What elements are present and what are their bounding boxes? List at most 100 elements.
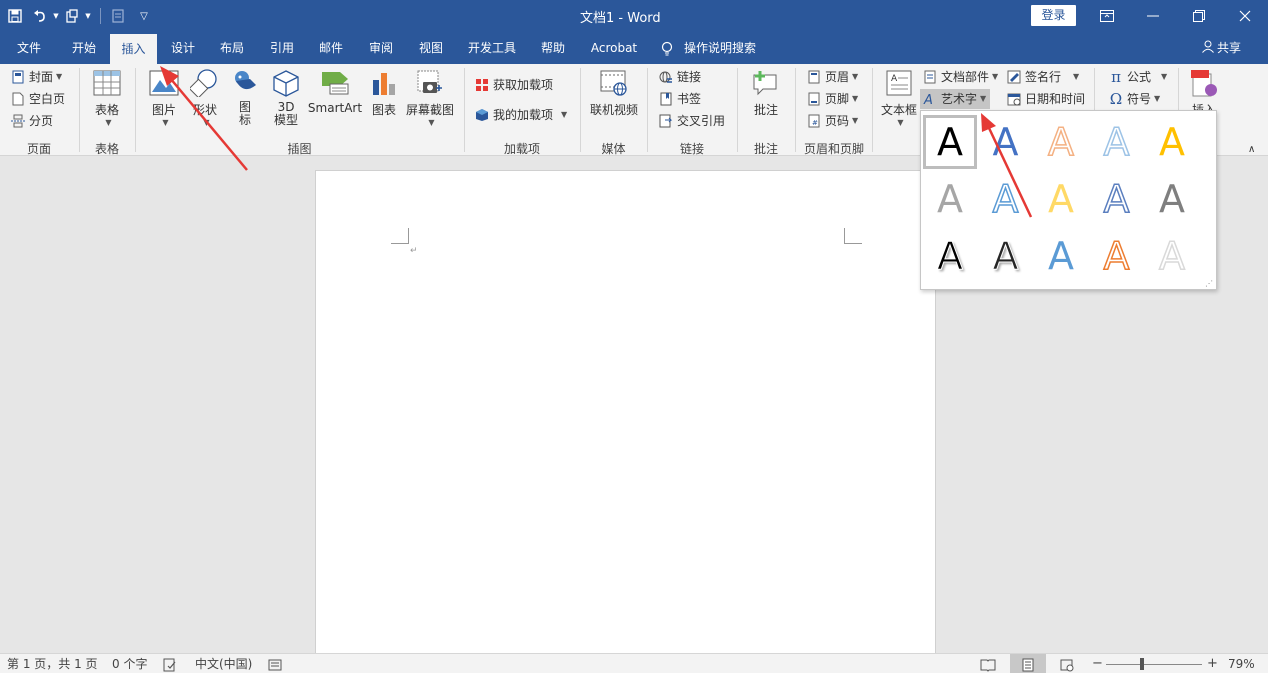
page-break-button[interactable]: 分页: [10, 111, 53, 131]
pi-icon: π: [1111, 68, 1121, 86]
my-addins-button[interactable]: 我的加载项 ▼: [474, 105, 567, 125]
accessibility-icon[interactable]: [268, 654, 282, 673]
header-button[interactable]: 页眉 ▼: [806, 67, 858, 87]
chart-button[interactable]: 图表: [368, 68, 400, 118]
minimize-icon[interactable]: [1130, 0, 1176, 32]
lightbulb-icon[interactable]: [660, 32, 674, 64]
wordart-style-r2-c4[interactable]: A: [1090, 172, 1144, 226]
wordart-style-r1-c4[interactable]: A: [1090, 115, 1144, 169]
symbol-button[interactable]: Ω 符号 ▼: [1108, 89, 1160, 109]
zoom-level[interactable]: 79%: [1228, 654, 1255, 673]
resize-grip-icon[interactable]: ⋰: [1205, 279, 1213, 288]
tab-developer[interactable]: 开发工具: [460, 32, 524, 64]
wordart-style-r3-c1[interactable]: A: [923, 229, 977, 283]
shapes-label: 形状: [192, 103, 217, 117]
3d-models-button[interactable]: 3D 模型: [268, 68, 304, 127]
save-icon[interactable]: [0, 0, 30, 32]
table-icon: [92, 68, 122, 98]
symbol-dropdown-icon: ▼: [1154, 94, 1161, 103]
wordart-style-r3-c5[interactable]: A: [1145, 229, 1199, 283]
word-count[interactable]: 0 个字: [112, 654, 147, 673]
tab-insert[interactable]: 插入: [110, 34, 157, 64]
undo-dropdown-icon[interactable]: ▼: [50, 0, 62, 32]
touch-mode-icon[interactable]: [62, 0, 82, 32]
touch-dropdown-icon[interactable]: ▼: [82, 0, 94, 32]
smartart-button[interactable]: SmartArt: [306, 68, 364, 115]
wordart-style-r3-c2[interactable]: A: [979, 229, 1033, 283]
wordart-style-r1-c1[interactable]: A: [923, 115, 977, 169]
read-mode-icon[interactable]: [980, 654, 996, 673]
page-count[interactable]: 第 1 页，共 1 页: [7, 654, 98, 673]
datetime-label: 日期和时间: [1025, 92, 1086, 106]
tell-me-search[interactable]: 操作说明搜索: [684, 32, 768, 64]
tab-layout[interactable]: 布局: [210, 32, 254, 64]
language-status[interactable]: 中文(中国): [195, 654, 252, 673]
login-button[interactable]: 登录: [1031, 5, 1076, 26]
tab-mailings[interactable]: 邮件: [308, 32, 354, 64]
quick-parts-icon: [922, 69, 938, 85]
restore-icon[interactable]: [1176, 0, 1222, 32]
symbol-label: 符号: [1127, 92, 1152, 106]
datetime-button[interactable]: 日期和时间: [1006, 89, 1085, 109]
zoom-in-icon[interactable]: +: [1207, 654, 1218, 673]
share-button[interactable]: 共享: [1201, 32, 1241, 64]
table-button[interactable]: 表格 ▼: [86, 68, 128, 127]
zoom-out-icon[interactable]: −: [1092, 654, 1103, 673]
tab-home[interactable]: 开始: [60, 32, 108, 64]
share-label: 共享: [1217, 41, 1242, 55]
shapes-button[interactable]: 形状 ▼: [186, 68, 224, 127]
footer-button[interactable]: 页脚 ▼: [806, 89, 858, 109]
comment-button[interactable]: 批注: [746, 68, 786, 118]
undo-icon[interactable]: [30, 0, 50, 32]
wordart-dropdown-icon: ▼: [980, 94, 987, 103]
tab-review[interactable]: 审阅: [358, 32, 404, 64]
tab-references[interactable]: 引用: [260, 32, 304, 64]
tab-file[interactable]: 文件: [5, 32, 53, 64]
wordart-style-r2-c3[interactable]: A: [1034, 172, 1088, 226]
cross-reference-button[interactable]: 交叉引用: [658, 111, 725, 131]
online-video-button[interactable]: 联机视频: [586, 68, 642, 118]
wordart-button[interactable]: A 艺术字 ▼: [920, 89, 991, 109]
wordart-style-r1-c3[interactable]: A: [1034, 115, 1088, 169]
equation-button[interactable]: π 公式 ▼: [1108, 67, 1167, 87]
comment-label: 批注: [753, 103, 778, 117]
cover-page-label: 封面: [29, 70, 54, 84]
paragraph-mark[interactable]: ↵: [410, 246, 418, 256]
document-page[interactable]: ↵: [315, 170, 936, 653]
page-break-icon: [10, 113, 26, 129]
zoom-slider[interactable]: [1106, 664, 1202, 665]
wordart-style-r3-c4[interactable]: A: [1090, 229, 1144, 283]
print-layout-icon[interactable]: [1010, 654, 1046, 673]
bookmark-button[interactable]: 书签: [658, 89, 701, 109]
wordart-style-r2-c1[interactable]: A: [923, 172, 977, 226]
screenshot-button[interactable]: 屏幕截图 ▼: [404, 68, 456, 127]
quick-parts-button[interactable]: 文档部件 ▼: [922, 67, 998, 87]
wordart-style-r3-c3[interactable]: A: [1034, 229, 1088, 283]
signature-line-button[interactable]: 签名行 ▼: [1006, 67, 1079, 87]
proofing-icon[interactable]: [163, 654, 177, 673]
tab-design[interactable]: 设计: [160, 32, 206, 64]
wordart-style-r2-c2[interactable]: A: [979, 172, 1033, 226]
wordart-label: 艺术字: [941, 92, 978, 106]
page-number-button[interactable]: # 页码 ▼: [806, 111, 858, 131]
tab-acrobat[interactable]: Acrobat: [582, 32, 646, 64]
link-button[interactable]: 链接: [658, 67, 701, 87]
close-icon[interactable]: [1222, 0, 1268, 32]
tab-view[interactable]: 视图: [408, 32, 454, 64]
web-layout-icon[interactable]: [1060, 654, 1074, 673]
zoom-slider-thumb[interactable]: [1139, 658, 1144, 670]
blank-page-button[interactable]: 空白页: [10, 89, 65, 109]
get-addins-label: 获取加载项: [493, 78, 554, 92]
textbox-button[interactable]: A 文本框 ▼: [878, 68, 920, 127]
cover-page-button[interactable]: 封面 ▼: [10, 67, 62, 87]
customize-qat-icon[interactable]: ▽: [129, 0, 159, 32]
tab-help[interactable]: 帮助: [530, 32, 576, 64]
format-painter-icon[interactable]: [107, 0, 129, 32]
wordart-style-r1-c2[interactable]: A: [979, 115, 1033, 169]
ribbon-display-icon[interactable]: [1084, 0, 1130, 32]
picture-button[interactable]: 图片 ▼: [145, 68, 183, 127]
wordart-style-r2-c5[interactable]: A: [1145, 172, 1199, 226]
wordart-style-r1-c5[interactable]: A: [1145, 115, 1199, 169]
get-addins-button[interactable]: 获取加载项: [474, 75, 553, 95]
icons-button[interactable]: 图 标: [228, 68, 262, 127]
